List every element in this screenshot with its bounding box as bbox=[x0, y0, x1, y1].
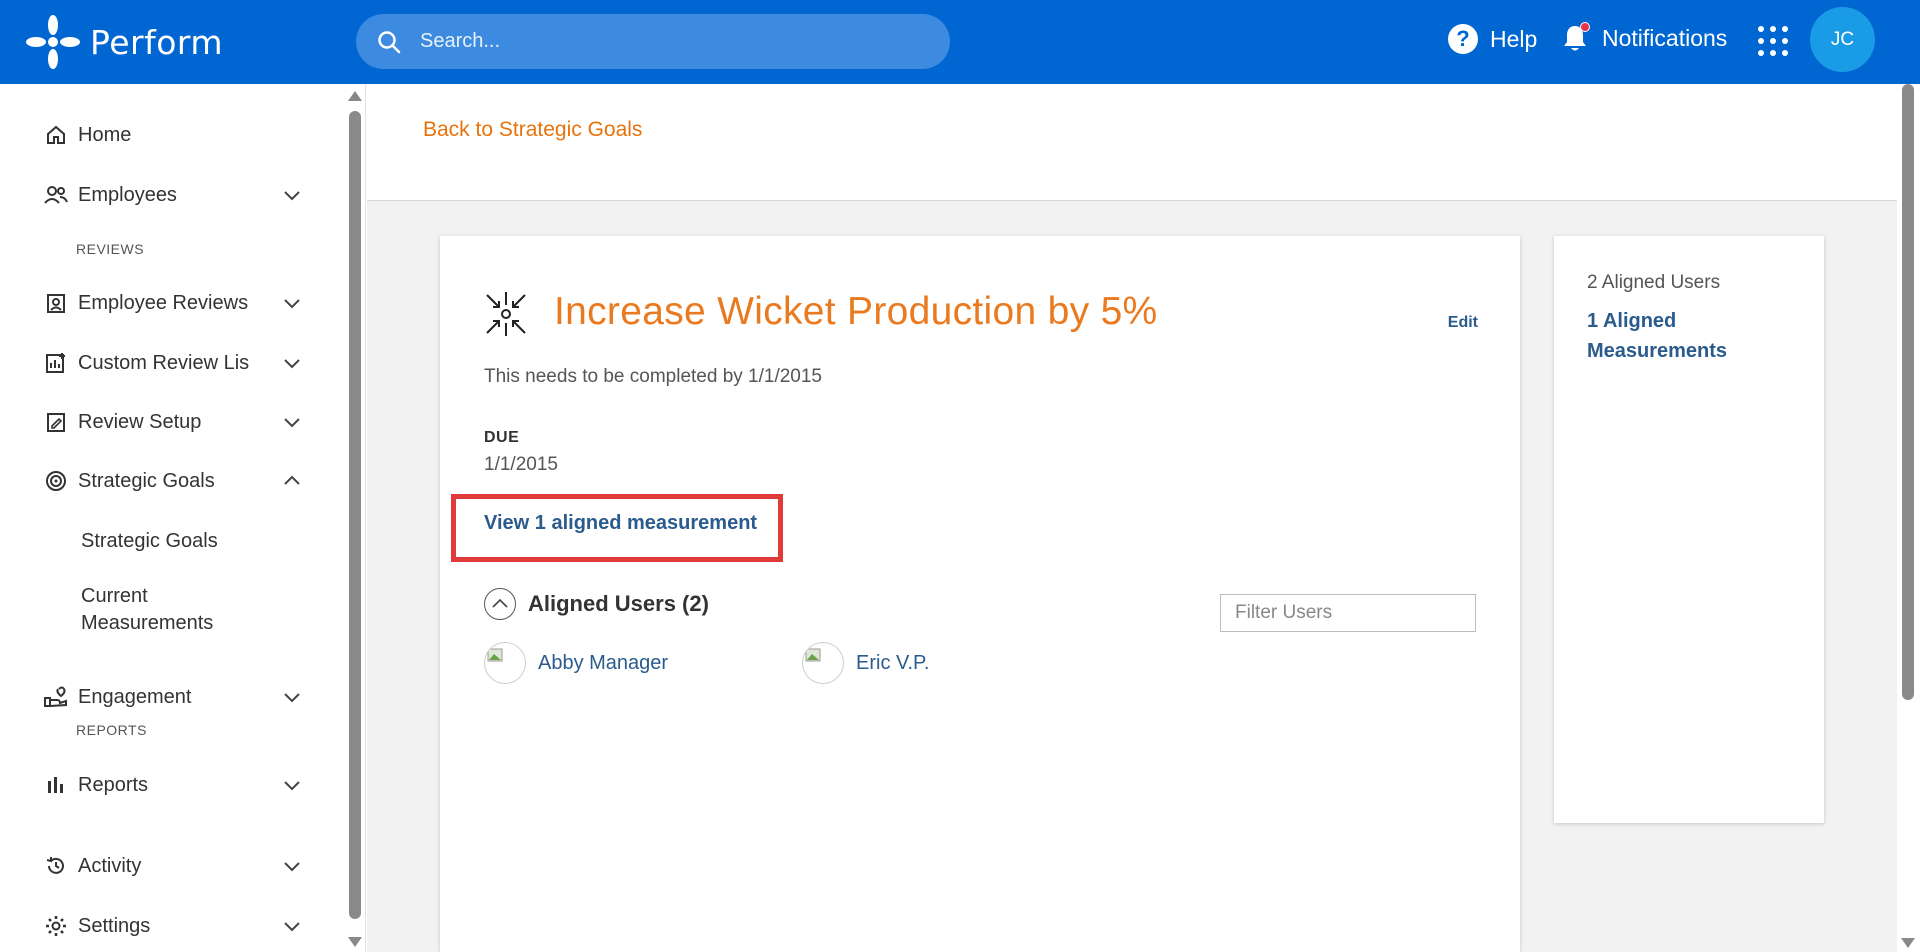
sidebar-item-label: Settings bbox=[78, 914, 151, 937]
subitem-label-line2: Measurements bbox=[81, 612, 214, 634]
chart-add-icon bbox=[44, 351, 68, 375]
aligned-user-item[interactable]: Abby Manager bbox=[484, 642, 668, 684]
aligned-measurements-link[interactable]: 1 Aligned Measurements bbox=[1587, 306, 1787, 366]
chevron-down-icon[interactable] bbox=[280, 410, 304, 434]
sidebar-item-engagement[interactable]: Engagement bbox=[44, 677, 304, 717]
hand-heart-icon bbox=[44, 685, 68, 709]
notification-dot bbox=[1580, 22, 1590, 32]
chevron-down-icon[interactable] bbox=[280, 351, 304, 375]
chevron-down-icon[interactable] bbox=[280, 914, 304, 938]
chevron-up-icon[interactable] bbox=[280, 469, 304, 493]
help-label: Help bbox=[1490, 25, 1538, 52]
sidebar-item-custom-review-lists[interactable]: Custom Review Lis bbox=[44, 343, 304, 383]
page-scrollbar[interactable] bbox=[1902, 84, 1914, 700]
sidebar-item-home[interactable]: Home bbox=[44, 115, 304, 155]
filter-users-input[interactable] bbox=[1220, 594, 1476, 632]
aligned-users-count: 2 Aligned Users bbox=[1587, 272, 1721, 293]
sidebar-item-label: Employee Reviews bbox=[78, 291, 249, 314]
gear-icon bbox=[44, 914, 68, 938]
history-icon bbox=[44, 854, 68, 878]
sidebar-scrollbar[interactable] bbox=[349, 111, 361, 919]
help-button[interactable]: ? Help bbox=[1448, 24, 1537, 54]
edit-link[interactable]: Edit bbox=[1448, 314, 1478, 332]
sidebar-subitem-current-measurements[interactable]: Current Measurements bbox=[81, 583, 213, 637]
sidebar-item-activity[interactable]: Activity bbox=[44, 846, 304, 886]
sidebar-scroll-down-icon[interactable] bbox=[348, 937, 362, 947]
due-label: DUE bbox=[484, 429, 520, 446]
sidebar-item-label: Activity bbox=[78, 854, 142, 877]
bar-chart-icon bbox=[44, 773, 68, 797]
goal-title: Increase Wicket Production by 5% bbox=[554, 290, 1158, 333]
user-name[interactable]: Abby Manager bbox=[538, 652, 668, 675]
collapse-chevron-up-icon[interactable] bbox=[484, 588, 516, 620]
top-header: Perform ? Help Notifications JC bbox=[0, 0, 1920, 84]
sidebar-item-employee-reviews[interactable]: Employee Reviews bbox=[44, 283, 304, 323]
sidebar-item-label: Engagement bbox=[78, 685, 192, 708]
sidebar-scroll-up-icon[interactable] bbox=[348, 91, 362, 101]
aligned-users-heading: Aligned Users (2) bbox=[528, 591, 709, 616]
chevron-down-icon[interactable] bbox=[280, 854, 304, 878]
sidebar-subitem-strategic-goals[interactable]: Strategic Goals bbox=[81, 528, 218, 555]
chevron-down-icon[interactable] bbox=[280, 183, 304, 207]
subitem-label-line1: Current bbox=[81, 585, 148, 607]
back-bar: Back to Strategic Goals bbox=[367, 84, 1897, 201]
sidebar-item-label: Reports bbox=[78, 773, 149, 796]
avatar bbox=[484, 642, 526, 684]
sidebar-item-label: Custom Review Lis bbox=[78, 351, 250, 374]
home-icon bbox=[44, 123, 68, 147]
brand[interactable]: Perform bbox=[22, 10, 223, 74]
section-label-reports: REPORTS bbox=[76, 722, 147, 738]
search-input[interactable] bbox=[420, 30, 900, 53]
sidebar-item-employees[interactable]: Employees bbox=[44, 175, 304, 215]
sidebar-item-label: Review Setup bbox=[78, 410, 202, 433]
avatar bbox=[802, 642, 844, 684]
view-aligned-measurement-link[interactable]: View 1 aligned measurement bbox=[484, 512, 757, 535]
sidebar-item-label: Employees bbox=[78, 183, 177, 206]
sidebar-item-review-setup[interactable]: Review Setup bbox=[44, 402, 304, 442]
user-name[interactable]: Eric V.P. bbox=[856, 652, 929, 675]
sidebar-item-label: Strategic Goals bbox=[78, 469, 215, 492]
bell-icon bbox=[1560, 22, 1590, 54]
aligned-measurements-line1: 1 Aligned bbox=[1587, 310, 1677, 332]
section-label-reviews: REVIEWS bbox=[76, 241, 145, 257]
back-to-strategic-goals-link[interactable]: Back to Strategic Goals bbox=[423, 118, 642, 142]
page-scroll-down-icon[interactable] bbox=[1901, 938, 1915, 948]
target-icon bbox=[44, 469, 68, 493]
aligned-measurements-line2: Measurements bbox=[1587, 340, 1728, 362]
apps-grid-icon[interactable] bbox=[1758, 26, 1788, 56]
sidebar: Home Employees REVIEWS Employee Reviews … bbox=[0, 84, 366, 952]
edit-document-icon bbox=[44, 410, 68, 434]
sidebar-item-settings[interactable]: Settings bbox=[44, 906, 304, 946]
aligned-users-header: Aligned Users (2) bbox=[484, 588, 709, 620]
goal-description: This needs to be completed by 1/1/2015 bbox=[484, 366, 823, 387]
chevron-down-icon[interactable] bbox=[280, 773, 304, 797]
search-bar[interactable] bbox=[356, 14, 950, 69]
notifications-button[interactable]: Notifications bbox=[1560, 22, 1727, 54]
sidebar-item-reports[interactable]: Reports bbox=[44, 765, 304, 805]
sidebar-item-strategic-goals[interactable]: Strategic Goals bbox=[44, 461, 304, 501]
alignment-summary-panel: 2 Aligned Users 1 Aligned Measurements bbox=[1554, 236, 1824, 823]
notifications-label: Notifications bbox=[1602, 24, 1728, 51]
user-avatar[interactable]: JC bbox=[1810, 7, 1875, 72]
due-value: 1/1/2015 bbox=[484, 454, 558, 475]
focus-arrows-icon bbox=[484, 292, 528, 336]
people-icon bbox=[44, 183, 68, 207]
review-badge-icon bbox=[44, 291, 68, 315]
chevron-down-icon[interactable] bbox=[280, 685, 304, 709]
search-icon bbox=[378, 30, 401, 53]
brand-name: Perform bbox=[90, 22, 224, 62]
main-content: Back to Strategic Goals Increase Wicket … bbox=[367, 84, 1897, 952]
chevron-down-icon[interactable] bbox=[280, 291, 304, 315]
goal-card: Increase Wicket Production by 5% Edit Th… bbox=[440, 236, 1520, 952]
sidebar-item-label: Home bbox=[78, 123, 132, 146]
perform-logo-icon bbox=[22, 11, 84, 73]
aligned-user-item[interactable]: Eric V.P. bbox=[802, 642, 929, 684]
help-icon: ? bbox=[1448, 24, 1478, 54]
